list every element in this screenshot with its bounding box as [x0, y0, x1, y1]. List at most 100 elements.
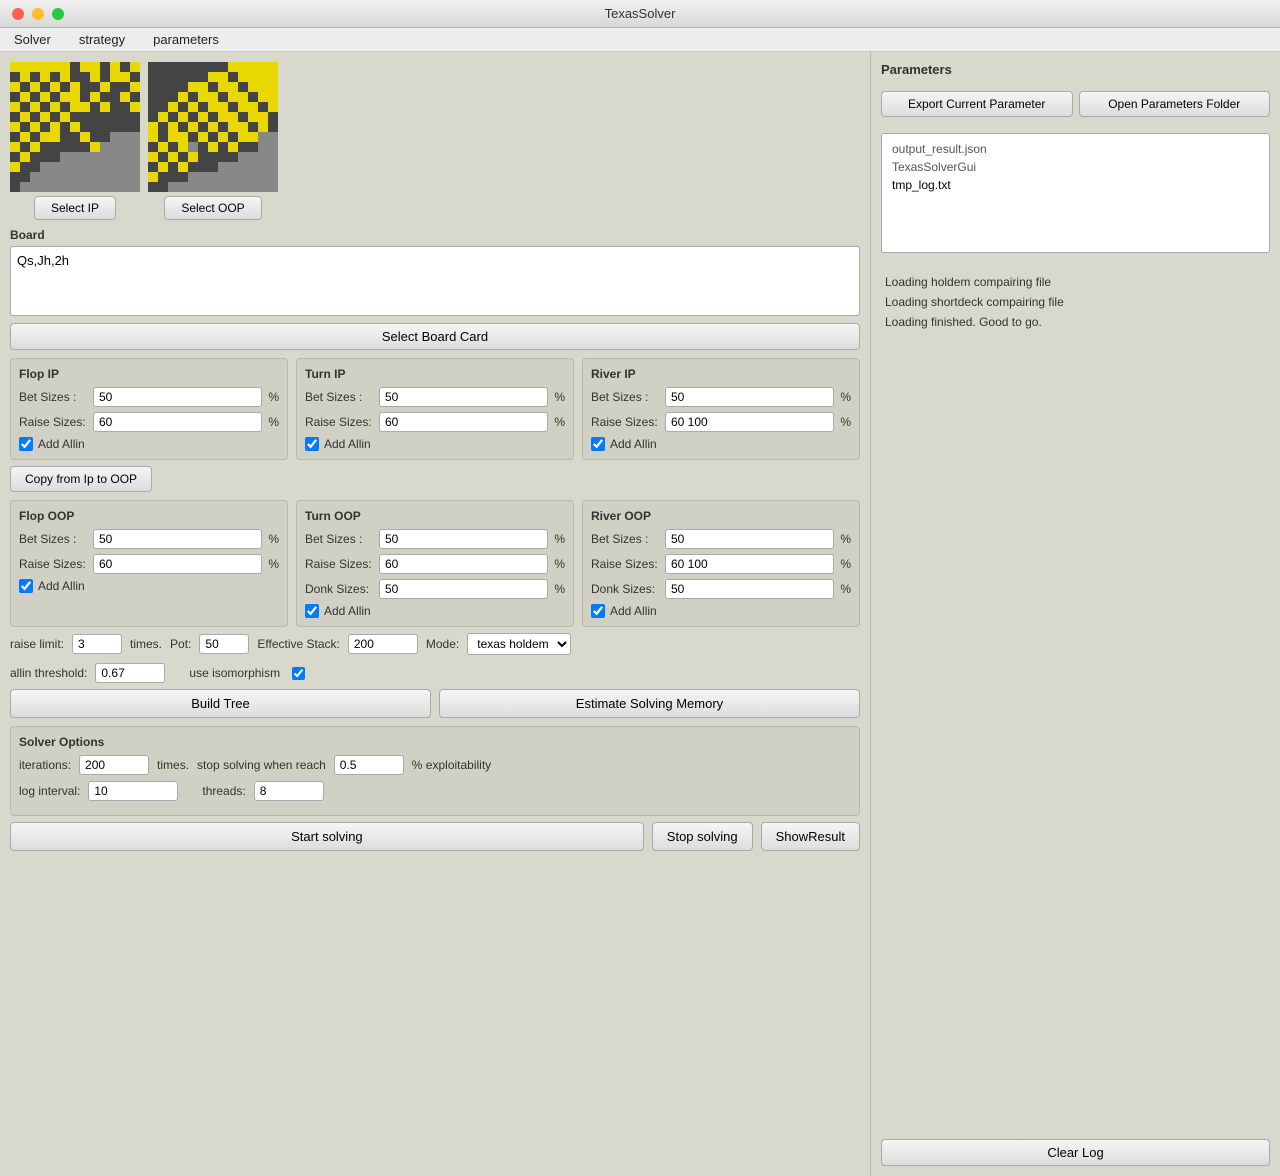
flop-ip-raise-input[interactable]: [93, 412, 262, 432]
turn-oop-raise-row: Raise Sizes: %: [305, 554, 565, 574]
flop-oop-raise-pct: %: [268, 557, 279, 571]
maximize-button[interactable]: [52, 8, 64, 20]
flop-oop-bet-pct: %: [268, 532, 279, 546]
turn-oop-allin-row: Add Allin: [305, 604, 565, 618]
iterations-label: iterations:: [19, 758, 71, 772]
river-oop-donk-input[interactable]: [665, 579, 834, 599]
flop-oop-bet-input[interactable]: [93, 529, 262, 549]
board-label: Board: [10, 228, 860, 242]
flop-oop-bet-label: Bet Sizes :: [19, 532, 89, 546]
flop-oop-allin-row: Add Allin: [19, 579, 279, 593]
iterations-input[interactable]: [79, 755, 149, 775]
log-line-2: Loading finished. Good to go.: [885, 313, 1266, 331]
log-interval-input[interactable]: [88, 781, 178, 801]
stop-label: stop solving when reach: [197, 758, 326, 772]
file-item-output[interactable]: output_result.json: [888, 140, 1263, 158]
river-ip-raise-input[interactable]: [665, 412, 834, 432]
flop-oop-bet-row: Bet Sizes : %: [19, 529, 279, 549]
river-ip-section: River IP Bet Sizes : % Raise Sizes: % Ad…: [582, 358, 860, 460]
oop-betting-row: Flop OOP Bet Sizes : % Raise Sizes: % Ad…: [10, 500, 860, 627]
stop-solving-button[interactable]: Stop solving: [652, 822, 753, 851]
times-label: times.: [130, 637, 162, 651]
river-oop-allin-checkbox[interactable]: [591, 604, 605, 618]
copy-ip-to-oop-button[interactable]: Copy from Ip to OOP: [10, 466, 152, 492]
allin-threshold-label: allin threshold:: [10, 666, 87, 680]
menu-parameters[interactable]: parameters: [147, 30, 225, 49]
mode-select[interactable]: texas holdem shortdeck: [467, 633, 571, 655]
isomorphism-checkbox[interactable]: [292, 667, 305, 680]
turn-ip-title: Turn IP: [305, 367, 565, 381]
flop-oop-section: Flop OOP Bet Sizes : % Raise Sizes: % Ad…: [10, 500, 288, 627]
turn-ip-allin-checkbox[interactable]: [305, 437, 319, 451]
pot-input[interactable]: [199, 634, 249, 654]
log-line-0: Loading holdem compairing file: [885, 273, 1266, 291]
river-oop-title: River OOP: [591, 509, 851, 523]
flop-ip-allin-checkbox[interactable]: [19, 437, 33, 451]
turn-ip-raise-input[interactable]: [379, 412, 548, 432]
menu-strategy[interactable]: strategy: [73, 30, 131, 49]
file-item-tmplog[interactable]: tmp_log.txt: [888, 176, 1263, 194]
turn-oop-donk-input[interactable]: [379, 579, 548, 599]
stop-value-input[interactable]: [334, 755, 404, 775]
flop-oop-raise-input[interactable]: [93, 554, 262, 574]
turn-ip-bet-pct: %: [554, 390, 565, 404]
range-ip-container: Select IP: [10, 62, 140, 220]
mode-label: Mode:: [426, 637, 459, 651]
raise-limit-input[interactable]: [72, 634, 122, 654]
clear-log-button[interactable]: Clear Log: [881, 1139, 1270, 1166]
build-row: Build Tree Estimate Solving Memory: [10, 689, 860, 718]
right-panel: Parameters Export Current Parameter Open…: [870, 52, 1280, 1176]
river-oop-allin-label: Add Allin: [610, 604, 657, 618]
window-controls: [12, 8, 64, 20]
file-item-gui[interactable]: TexasSolverGui: [888, 158, 1263, 176]
flop-oop-allin-checkbox[interactable]: [19, 579, 33, 593]
select-board-button[interactable]: Select Board Card: [10, 323, 860, 350]
river-oop-raise-input[interactable]: [665, 554, 834, 574]
turn-oop-allin-checkbox[interactable]: [305, 604, 319, 618]
turn-ip-allin-label: Add Allin: [324, 437, 371, 451]
iterations-times-label: times.: [157, 758, 189, 772]
range-oop-container: Select OOP: [148, 62, 278, 220]
turn-oop-section: Turn OOP Bet Sizes : % Raise Sizes: % Do…: [296, 500, 574, 627]
select-ip-button[interactable]: Select IP: [34, 196, 116, 220]
start-solving-button[interactable]: Start solving: [10, 822, 644, 851]
minimize-button[interactable]: [32, 8, 44, 20]
turn-ip-section: Turn IP Bet Sizes : % Raise Sizes: % Add…: [296, 358, 574, 460]
turn-ip-raise-label: Raise Sizes:: [305, 415, 375, 429]
open-folder-button[interactable]: Open Parameters Folder: [1079, 91, 1271, 117]
menu-solver[interactable]: Solver: [8, 30, 57, 49]
flop-ip-bet-input[interactable]: [93, 387, 262, 407]
river-oop-donk-pct: %: [840, 582, 851, 596]
ip-betting-row: Flop IP Bet Sizes : % Raise Sizes: % Add…: [10, 358, 860, 460]
flop-oop-allin-label: Add Allin: [38, 579, 85, 593]
oop-betting-area: Flop OOP Bet Sizes : % Raise Sizes: % Ad…: [10, 500, 860, 627]
solver-options-title: Solver Options: [19, 735, 851, 749]
close-button[interactable]: [12, 8, 24, 20]
flop-ip-title: Flop IP: [19, 367, 279, 381]
river-ip-allin-checkbox[interactable]: [591, 437, 605, 451]
estimate-memory-button[interactable]: Estimate Solving Memory: [439, 689, 860, 718]
stack-input[interactable]: [348, 634, 418, 654]
range-area: Select IP: [10, 62, 860, 220]
flop-ip-allin-label: Add Allin: [38, 437, 85, 451]
turn-ip-bet-input[interactable]: [379, 387, 548, 407]
main-container: Select IP: [0, 52, 1280, 1176]
river-oop-allin-row: Add Allin: [591, 604, 851, 618]
threads-input[interactable]: [254, 781, 324, 801]
solver-iterations-row: iterations: times. stop solving when rea…: [19, 755, 851, 775]
river-oop-bet-input[interactable]: [665, 529, 834, 549]
river-ip-bet-input[interactable]: [665, 387, 834, 407]
export-param-button[interactable]: Export Current Parameter: [881, 91, 1073, 117]
select-oop-button[interactable]: Select OOP: [164, 196, 261, 220]
river-ip-raise-label: Raise Sizes:: [591, 415, 661, 429]
turn-oop-bet-input[interactable]: [379, 529, 548, 549]
titlebar: TexasSolver: [0, 0, 1280, 28]
turn-oop-raise-input[interactable]: [379, 554, 548, 574]
board-section: Board Qs,Jh,2h Select Board Card: [10, 228, 860, 350]
allin-threshold-input[interactable]: [95, 663, 165, 683]
board-input[interactable]: Qs,Jh,2h: [10, 246, 860, 316]
river-ip-raise-pct: %: [840, 415, 851, 429]
show-result-button[interactable]: ShowResult: [761, 822, 860, 851]
river-ip-bet-pct: %: [840, 390, 851, 404]
build-tree-button[interactable]: Build Tree: [10, 689, 431, 718]
